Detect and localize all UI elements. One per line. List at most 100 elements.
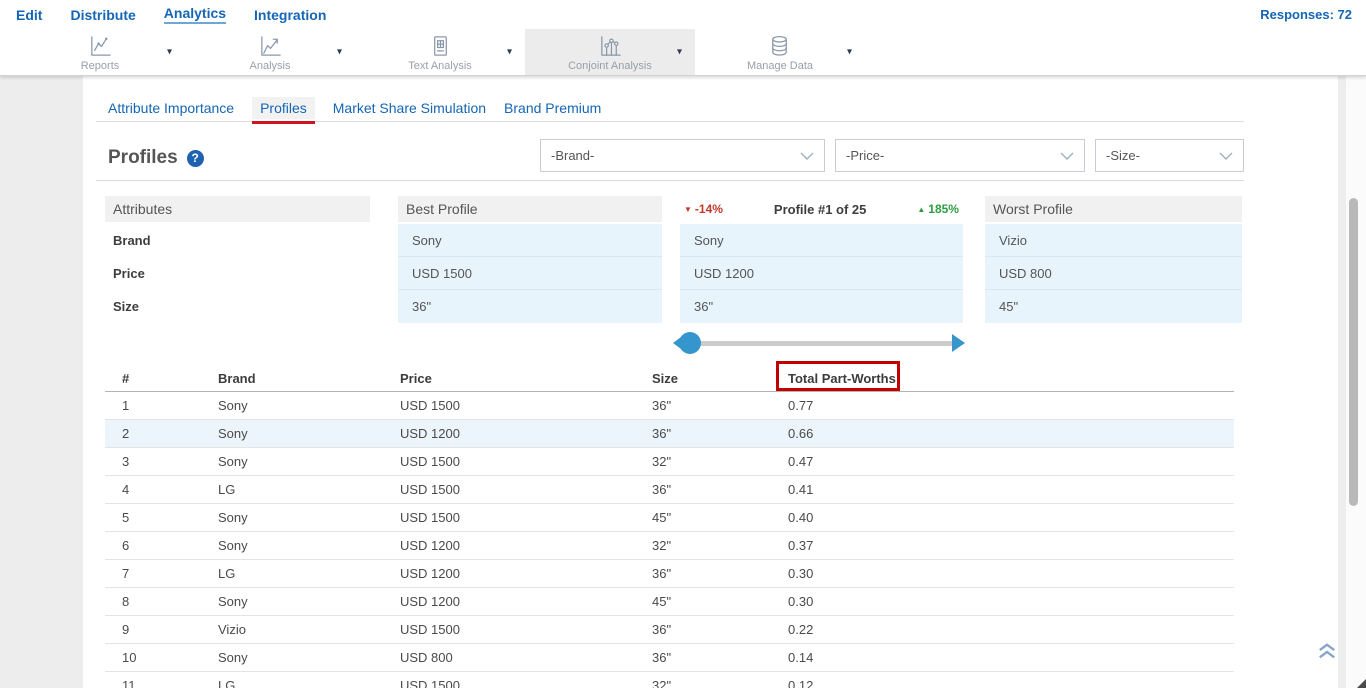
table-cell: 9 (122, 622, 218, 637)
toolbar-item-manage-data[interactable]: Manage Data ▾ (695, 29, 865, 75)
current-profile-header: ▼-14% Profile #1 of 25 ▲185% (680, 196, 963, 222)
table-row[interactable]: 4LGUSD 150036"0.41 (105, 476, 1234, 504)
table-header-cell: Size (652, 371, 788, 386)
chevron-down-icon (1219, 152, 1233, 160)
nav-item-distribute[interactable]: Distribute (70, 7, 135, 23)
toolbar-item-body: Analysis (250, 34, 291, 72)
caret-down-icon[interactable]: ▾ (677, 47, 682, 58)
table-header-row: #BrandPriceSizeTotal Part-Worths (105, 365, 1234, 392)
table-cell: 0.12 (788, 678, 1234, 688)
analytics-toolbar: Reports▾Analysis▾Text Analysis▾Conjoint … (0, 29, 1366, 76)
worst-profile-brand: Vizio (985, 224, 1242, 257)
delta-down-badge: ▼-14% (684, 202, 723, 216)
table-row[interactable]: 11LGUSD 150032"0.12 (105, 672, 1234, 688)
current-profile-price: USD 1200 (680, 257, 963, 290)
attribute-label-price: Price (105, 257, 370, 290)
size-filter-dropdown[interactable]: -Size- (1095, 139, 1244, 172)
table-header-cell: Brand (218, 371, 400, 386)
toolbar-item-body: Text Analysis (408, 34, 472, 72)
tab-profiles[interactable]: Profiles (252, 97, 315, 119)
table-cell: 0.30 (788, 594, 1234, 609)
table-row[interactable]: 1SonyUSD 150036"0.77 (105, 392, 1234, 420)
brand-filter-dropdown[interactable]: -Brand- (540, 139, 825, 172)
toolbar-item-body: Manage Data (747, 34, 813, 72)
nav-item-edit[interactable]: Edit (16, 7, 42, 23)
table-cell: 6 (122, 538, 218, 553)
caret-down-icon[interactable]: ▾ (847, 47, 852, 58)
table-row[interactable]: 7LGUSD 120036"0.30 (105, 560, 1234, 588)
toolbar-item-analysis[interactable]: Analysis ▾ (185, 29, 355, 75)
table-cell: 32" (652, 678, 788, 688)
table-cell: 5 (122, 510, 218, 525)
table-cell: 10 (122, 650, 218, 665)
table-row[interactable]: 2SonyUSD 120036"0.66 (105, 420, 1234, 448)
toolbar-item-reports[interactable]: Reports▾ (15, 29, 185, 75)
table-row[interactable]: 9VizioUSD 150036"0.22 (105, 616, 1234, 644)
table-row[interactable]: 8SonyUSD 120045"0.30 (105, 588, 1234, 616)
page-title: Profiles (108, 147, 178, 169)
table-cell: USD 1500 (400, 482, 652, 497)
table-cell: 32" (652, 454, 788, 469)
main-content-panel: Attribute Importance Profiles Market Share… (83, 76, 1338, 688)
worst-profile-price: USD 800 (985, 257, 1242, 290)
table-cell: USD 1500 (400, 622, 652, 637)
best-profile-header: Best Profile (398, 196, 662, 222)
tab-brand-premium[interactable]: Brand Premium (504, 100, 601, 116)
scrollbar-thumb[interactable] (1349, 198, 1358, 506)
nav-item-analytics[interactable]: Analytics (164, 5, 226, 24)
price-filter-dropdown[interactable]: -Price- (835, 139, 1085, 172)
attributes-column: Attributes Brand Price Size (105, 196, 370, 323)
tab-market-share-simulation[interactable]: Market Share Simulation (333, 100, 486, 116)
best-profile-price: USD 1500 (398, 257, 662, 290)
toolbar-item-conjoint-analysis[interactable]: Conjoint Analysis ▾ (525, 29, 695, 75)
toolbar-item-body: Conjoint Analysis (568, 34, 652, 72)
tab-attribute-importance[interactable]: Attribute Importance (108, 100, 234, 116)
table-row[interactable]: 3SonyUSD 150032"0.47 (105, 448, 1234, 476)
table-row[interactable]: 5SonyUSD 150045"0.40 (105, 504, 1234, 532)
table-cell: 0.47 (788, 454, 1234, 469)
table-cell: Sony (218, 454, 400, 469)
triangle-down-icon: ▼ (684, 205, 692, 214)
table-cell: USD 800 (400, 650, 652, 665)
chevron-down-icon (800, 152, 814, 160)
text-analysis-icon (428, 34, 453, 59)
table-cell: 45" (652, 510, 788, 525)
triangle-up-icon: ▲ (917, 205, 925, 214)
current-profile-column: ▼-14% Profile #1 of 25 ▲185% Sony USD 12… (680, 196, 963, 323)
analysis-chart-icon (258, 34, 283, 59)
table-row[interactable]: 10SonyUSD 80036"0.14 (105, 644, 1234, 672)
attributes-header: Attributes (105, 196, 370, 222)
delta-up-badge: ▲185% (917, 202, 959, 216)
table-cell: 36" (652, 426, 788, 441)
table-cell: 0.40 (788, 510, 1234, 525)
nav-item-integration[interactable]: Integration (254, 7, 326, 23)
caret-down-icon[interactable]: ▾ (337, 47, 342, 58)
heading-divider (96, 180, 1244, 181)
help-icon[interactable]: ? (187, 150, 204, 167)
next-profile-arrow-icon[interactable] (952, 334, 965, 352)
table-cell: LG (218, 678, 400, 688)
table-row[interactable]: 6SonyUSD 120032"0.37 (105, 532, 1234, 560)
worst-profile-column: Worst Profile Vizio USD 800 45" (985, 196, 1242, 323)
toolbar-item-text-analysis[interactable]: Text Analysis ▾ (355, 29, 525, 75)
attribute-label-brand: Brand (105, 224, 370, 257)
scroll-to-top-button[interactable] (1313, 637, 1341, 665)
profile-slider-handle[interactable] (679, 332, 701, 354)
profile-slider-track[interactable] (690, 341, 958, 346)
top-nav-items: Edit Distribute Analytics Integration (16, 5, 354, 24)
toolbar-item-label: Analysis (250, 60, 291, 72)
scrollbar-track[interactable] (1346, 76, 1366, 688)
manage-data-icon (767, 34, 792, 59)
table-cell: Sony (218, 538, 400, 553)
window-resize-grip[interactable] (1357, 679, 1366, 688)
conjoint-tabs: Attribute Importance Profiles Market Share… (96, 94, 1244, 122)
caret-down-icon[interactable]: ▾ (507, 47, 512, 58)
caret-down-icon[interactable]: ▾ (167, 47, 172, 58)
table-cell: USD 1500 (400, 678, 652, 688)
table-cell: 36" (652, 622, 788, 637)
table-cell: 45" (652, 594, 788, 609)
table-cell: USD 1200 (400, 538, 652, 553)
table-cell: 0.30 (788, 566, 1234, 581)
best-profile-size: 36" (398, 290, 662, 323)
best-profile-brand: Sony (398, 224, 662, 257)
